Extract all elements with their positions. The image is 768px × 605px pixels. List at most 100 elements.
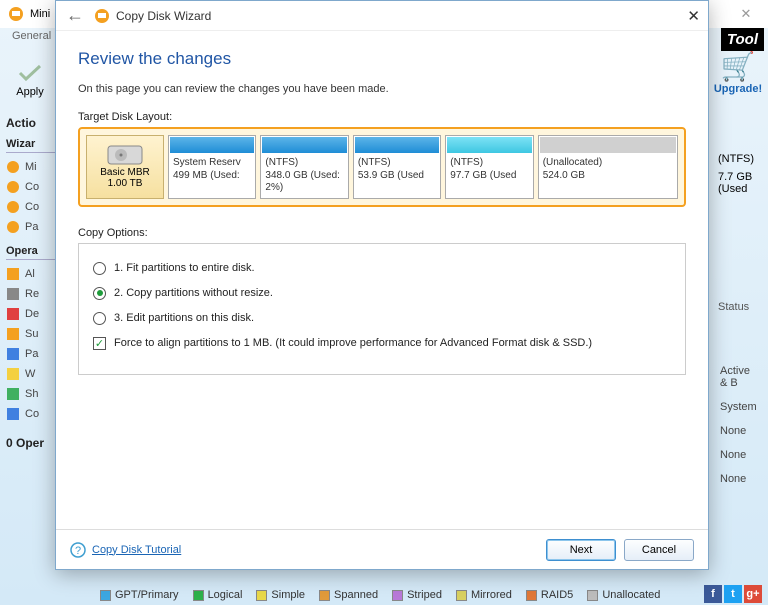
op-item-icon [6, 407, 20, 421]
legend-item: RAID5 [526, 589, 573, 601]
partition-bar [540, 137, 676, 153]
right-status-row: None [718, 467, 762, 491]
legend-item: GPT/Primary [100, 589, 179, 601]
page-heading: Review the changes [78, 49, 686, 69]
partition-bar [262, 137, 346, 153]
section-actions: Actio [6, 116, 56, 130]
legend-swatch [319, 590, 330, 601]
partition-box[interactable]: System Reserv499 MB (Used: [168, 135, 256, 199]
sidebar-wizard-item[interactable]: Co [4, 197, 56, 217]
partition-box[interactable]: (NTFS)348.0 GB (Used: 2%) [260, 135, 348, 199]
right-status-row: Active & B [718, 359, 762, 395]
twitter-icon[interactable]: t [724, 585, 742, 603]
right-status-row: None [718, 419, 762, 443]
partition-bar [355, 137, 439, 153]
section-operations: Opera [6, 245, 56, 260]
upgrade-button[interactable]: 🛒 Upgrade! [712, 50, 764, 95]
partition-bar [447, 137, 531, 153]
sidebar-op-item[interactable]: Pa [4, 344, 56, 364]
sidebar-op-item[interactable]: W [4, 364, 56, 384]
legend-item: Logical [193, 589, 243, 601]
cancel-button[interactable]: Cancel [624, 539, 694, 561]
wizard-item-icon [6, 180, 20, 194]
op-item-icon [6, 307, 20, 321]
right-status-row: System [718, 395, 762, 419]
sidebar-wizard-item[interactable]: Mi [4, 157, 56, 177]
right-status-row: None [718, 443, 762, 467]
copy-option-radio[interactable]: 1. Fit partitions to entire disk. [93, 256, 671, 281]
partition-box[interactable]: (Unallocated)524.0 GB [538, 135, 678, 199]
hdd-icon [107, 145, 143, 165]
cart-icon: 🛒 [712, 50, 764, 83]
pending-operations: 0 Oper [6, 436, 56, 450]
op-item-icon [6, 367, 20, 381]
radio-icon [93, 262, 106, 275]
legend: GPT/Primary Logical Simple Spanned Striped Mi… [100, 589, 668, 601]
sidebar-op-item[interactable]: Re [4, 284, 56, 304]
legend-swatch [526, 590, 537, 601]
next-button[interactable]: Next [546, 539, 616, 561]
align-checkbox-row[interactable]: ✓ Force to align partitions to 1 MB. (It… [93, 331, 671, 356]
align-label: Force to align partitions to 1 MB. (It c… [114, 337, 592, 349]
page-subtext: On this page you can review the changes … [78, 83, 686, 95]
help-icon: ? [70, 542, 86, 558]
copy-option-radio[interactable]: 2. Copy partitions without resize. [93, 281, 671, 306]
copy-options-label: Copy Options: [78, 227, 686, 239]
sidebar-op-item[interactable]: Al [4, 264, 56, 284]
section-wizards: Wizar [6, 138, 56, 153]
legend-swatch [456, 590, 467, 601]
status-header: Status [716, 298, 764, 316]
wizard-item-icon [6, 160, 20, 174]
wizard-item-icon [6, 220, 20, 234]
googleplus-icon[interactable]: g+ [744, 585, 762, 603]
legend-swatch [256, 590, 267, 601]
right-partition-size: 7.7 GB (Used [716, 168, 764, 198]
legend-item: Simple [256, 589, 305, 601]
disk-layout[interactable]: Basic MBR 1.00 TB System Reserv499 MB (U… [78, 127, 686, 207]
target-disk-label: Target Disk Layout: [78, 111, 686, 123]
app-title: Mini [30, 8, 50, 20]
copy-options-group: 1. Fit partitions to entire disk.2. Copy… [78, 243, 686, 375]
apply-button[interactable]: Apply [4, 54, 56, 108]
op-item-icon [6, 267, 20, 281]
legend-item: Spanned [319, 589, 378, 601]
brand-logo: Tool [721, 28, 764, 51]
wizard-icon [94, 8, 110, 24]
sidebar-op-item[interactable]: Co [4, 404, 56, 424]
right-partition-label: (NTFS) [716, 150, 764, 168]
legend-item: Unallocated [587, 589, 660, 601]
radio-icon [93, 312, 106, 325]
sidebar-wizard-item[interactable]: Co [4, 177, 56, 197]
op-item-icon [6, 287, 20, 301]
copy-disk-wizard-dialog: ← Copy Disk Wizard ✕ Review the changes … [55, 0, 709, 570]
op-item-icon [6, 387, 20, 401]
back-button[interactable]: ← [66, 5, 84, 26]
help-link[interactable]: ? Copy Disk Tutorial [70, 542, 181, 558]
app-icon [8, 6, 24, 22]
legend-item: Mirrored [456, 589, 512, 601]
wizard-item-icon [6, 200, 20, 214]
check-icon [18, 64, 42, 82]
partition-box[interactable]: (NTFS)53.9 GB (Used [353, 135, 441, 199]
legend-item: Striped [392, 589, 442, 601]
checkbox-icon: ✓ [93, 337, 106, 350]
close-window-button[interactable]: ✕ [724, 0, 768, 28]
legend-swatch [587, 590, 598, 601]
legend-swatch [392, 590, 403, 601]
copy-option-radio[interactable]: 3. Edit partitions on this disk. [93, 306, 671, 331]
partition-box[interactable]: (NTFS)97.7 GB (Used [445, 135, 533, 199]
legend-swatch [100, 590, 111, 601]
close-icon[interactable]: ✕ [687, 7, 700, 25]
sidebar-op-item[interactable]: Sh [4, 384, 56, 404]
facebook-icon[interactable]: f [704, 585, 722, 603]
tab-general[interactable]: General [12, 30, 51, 42]
disk-icon-box: Basic MBR 1.00 TB [86, 135, 164, 199]
op-item-icon [6, 347, 20, 361]
svg-text:?: ? [75, 545, 81, 557]
radio-icon [93, 287, 106, 300]
sidebar-op-item[interactable]: De [4, 304, 56, 324]
legend-swatch [193, 590, 204, 601]
op-item-icon [6, 327, 20, 341]
sidebar-op-item[interactable]: Su [4, 324, 56, 344]
sidebar-wizard-item[interactable]: Pa [4, 217, 56, 237]
